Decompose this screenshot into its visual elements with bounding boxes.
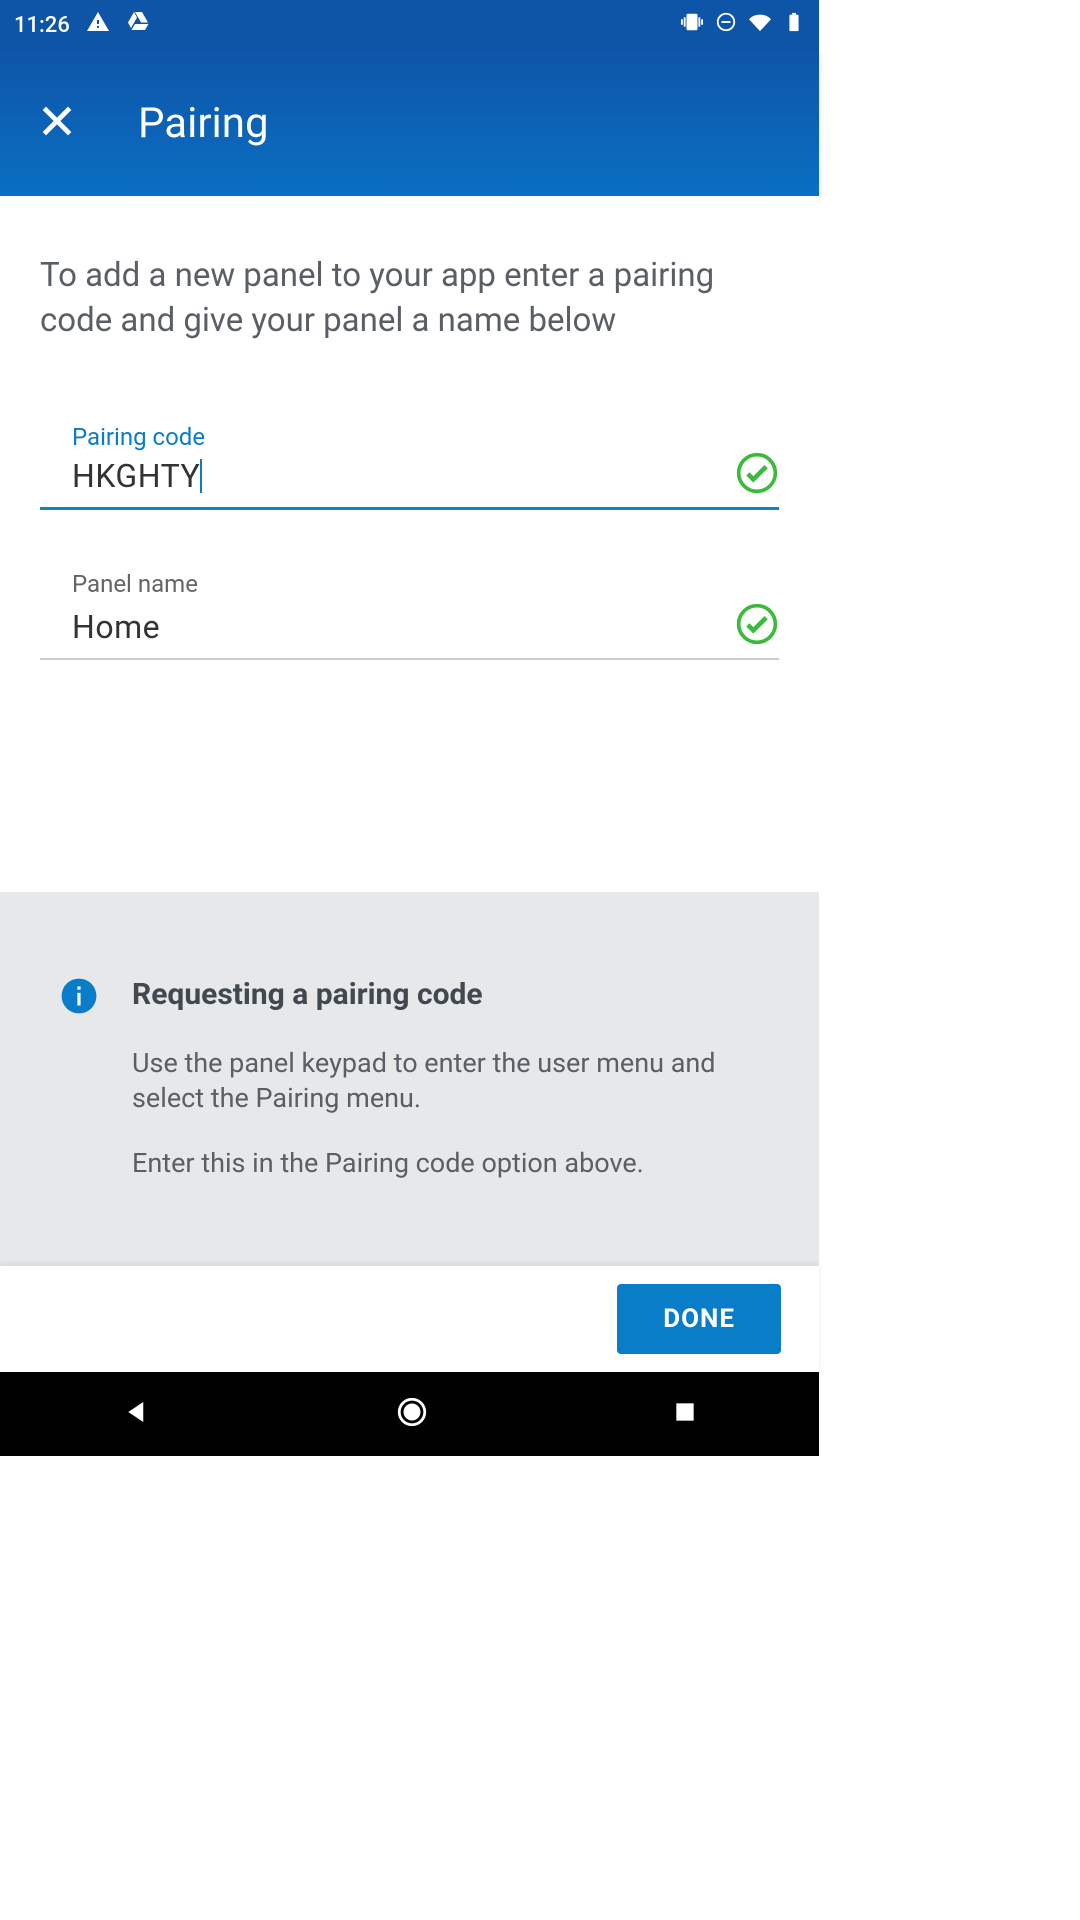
panel-name-input[interactable]: Home xyxy=(72,604,779,658)
info-icon xyxy=(60,977,98,1181)
drive-icon xyxy=(126,10,150,40)
status-time: 11:26 xyxy=(14,13,70,38)
valid-check-icon xyxy=(735,602,779,650)
wifi-icon xyxy=(749,11,771,39)
info-paragraph: Enter this in the Pairing code option ab… xyxy=(132,1146,759,1181)
text-cursor xyxy=(200,459,202,493)
pairing-code-input-row[interactable]: HKGHTY xyxy=(40,457,779,510)
nav-bar xyxy=(0,1372,819,1456)
panel-name-input-row[interactable]: Home xyxy=(40,604,779,660)
page-title: Pairing xyxy=(138,99,269,148)
pairing-code-label: Pairing code xyxy=(72,423,779,451)
info-paragraph: Use the panel keypad to enter the user m… xyxy=(132,1046,759,1116)
panel-name-label: Panel name xyxy=(72,570,779,598)
instructions-text: To add a new panel to your app enter a p… xyxy=(0,196,819,363)
back-button[interactable] xyxy=(122,1397,152,1431)
bottom-bar: DONE xyxy=(0,1266,819,1372)
recent-apps-button[interactable] xyxy=(672,1399,698,1429)
valid-check-icon xyxy=(735,451,779,499)
vibrate-icon xyxy=(681,11,703,39)
done-button[interactable]: DONE xyxy=(617,1284,781,1354)
header: Pairing xyxy=(0,50,819,196)
info-box: Requesting a pairing code Use the panel … xyxy=(0,892,819,1266)
battery-icon xyxy=(783,11,805,39)
warning-icon xyxy=(86,10,110,40)
info-title: Requesting a pairing code xyxy=(132,977,759,1012)
dnd-icon xyxy=(715,11,737,39)
close-icon[interactable] xyxy=(38,102,76,144)
pairing-code-input[interactable]: HKGHTY xyxy=(72,457,200,495)
pairing-code-field: Pairing code HKGHTY xyxy=(40,423,779,510)
status-bar: 11:26 xyxy=(0,0,819,50)
home-button[interactable] xyxy=(395,1395,429,1433)
panel-name-field: Panel name Home xyxy=(40,570,779,660)
